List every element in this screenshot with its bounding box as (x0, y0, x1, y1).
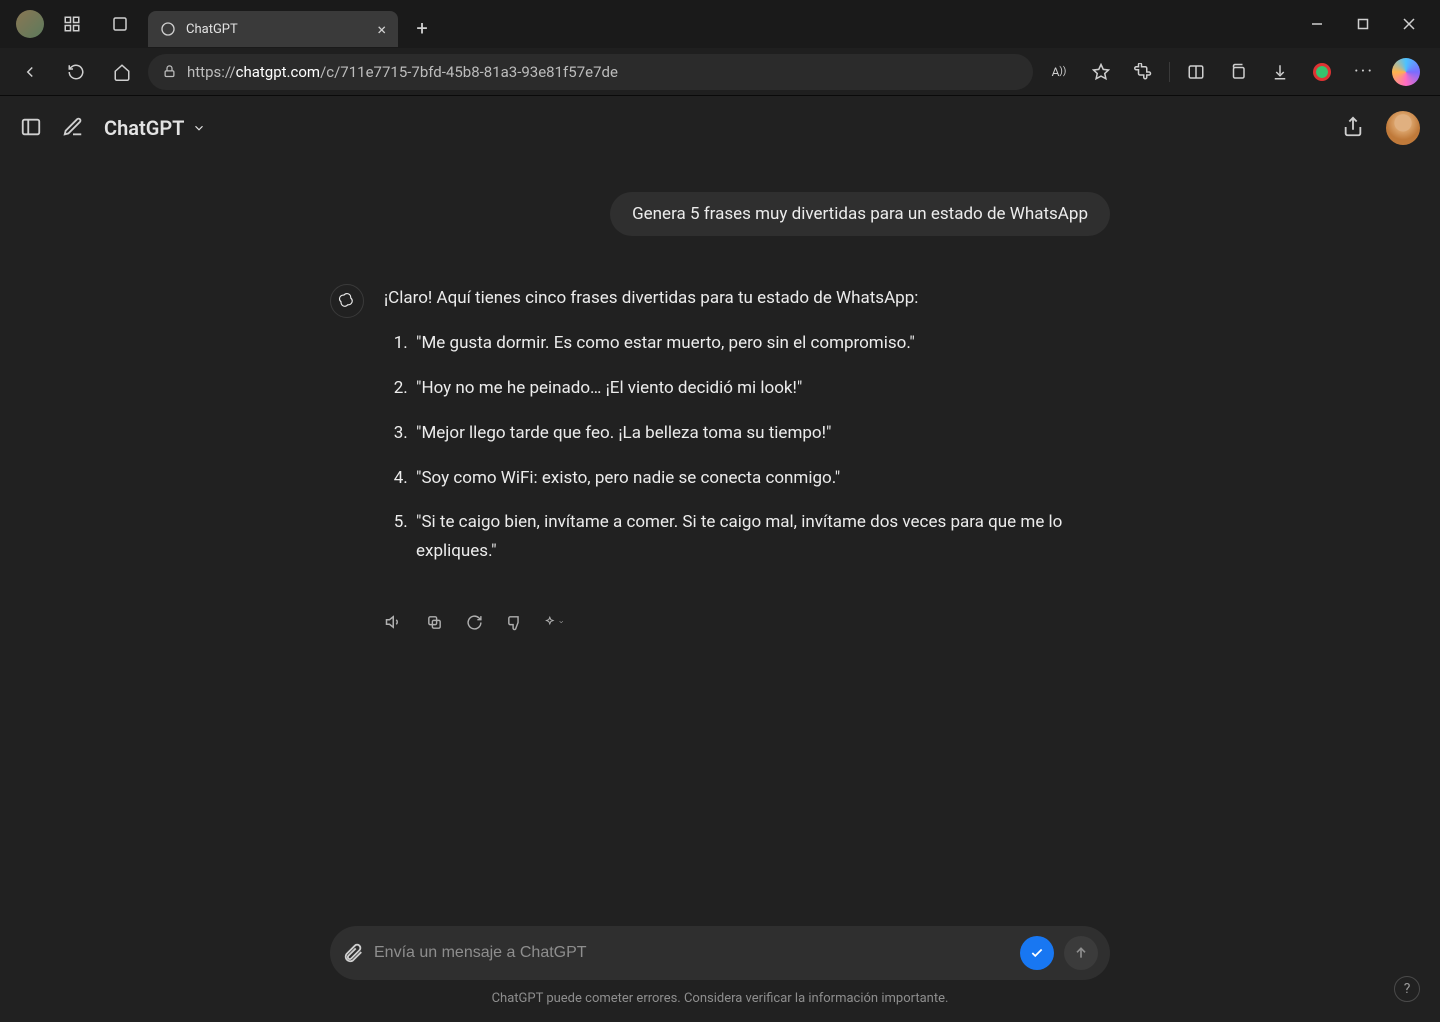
profile-avatar-icon[interactable] (16, 10, 44, 38)
user-message-bubble[interactable]: Genera 5 frases muy divertidas para un e… (610, 192, 1110, 236)
new-chat-button[interactable] (62, 116, 86, 140)
workspaces-icon[interactable] (52, 4, 92, 44)
minimize-button[interactable] (1294, 4, 1340, 44)
model-selector[interactable]: ChatGPT (104, 116, 206, 140)
help-label: ? (1404, 981, 1411, 997)
user-message-text: Genera 5 frases muy divertidas para un e… (632, 204, 1088, 224)
favorite-icon[interactable] (1081, 52, 1121, 92)
browser-tab[interactable]: ChatGPT × (148, 11, 398, 47)
list-item: "Hoy no me he peinado… ¡El viento decidi… (412, 374, 1110, 403)
browser-title-bar: ChatGPT × + (0, 0, 1440, 48)
help-button[interactable]: ? (1394, 976, 1420, 1002)
extensions-icon[interactable] (1123, 52, 1163, 92)
user-avatar[interactable] (1386, 111, 1420, 145)
browser-address-bar: https://chatgpt.com/c/711e7715-7bfd-45b8… (0, 48, 1440, 96)
copy-button[interactable] (424, 612, 444, 632)
share-button[interactable] (1342, 116, 1366, 140)
send-button[interactable] (1064, 936, 1098, 970)
refresh-button[interactable] (56, 52, 96, 92)
tab-actions-icon[interactable] (100, 4, 140, 44)
lock-icon (162, 64, 177, 79)
back-button[interactable] (10, 52, 50, 92)
assistant-message-body[interactable]: ¡Claro! Aquí tienes cinco frases diverti… (384, 284, 1110, 582)
user-message: Genera 5 frases muy divertidas para un e… (330, 192, 1110, 236)
assistant-message: ¡Claro! Aquí tienes cinco frases diverti… (330, 284, 1110, 582)
message-actions (330, 612, 1110, 632)
list-item: "Mejor llego tarde que feo. ¡La belleza … (412, 419, 1110, 448)
extension-badge-icon[interactable] (1302, 52, 1342, 92)
window-controls (1294, 4, 1432, 44)
attach-button[interactable] (342, 942, 364, 964)
split-screen-icon[interactable] (1176, 52, 1216, 92)
new-tab-button[interactable]: + (406, 16, 438, 40)
read-aloud-button[interactable] (384, 612, 404, 632)
maximize-button[interactable] (1340, 4, 1386, 44)
url-field[interactable]: https://chatgpt.com/c/711e7715-7bfd-45b8… (148, 54, 1033, 90)
regenerate-button[interactable] (464, 612, 484, 632)
voice-check-button[interactable] (1020, 936, 1054, 970)
list-item: "Soy como WiFi: existo, pero nadie se co… (412, 464, 1110, 493)
more-menu-icon[interactable]: ··· (1344, 52, 1384, 92)
model-change-button[interactable] (544, 612, 564, 632)
disclaimer-text: ChatGPT puede cometer errores. Considera… (0, 991, 1440, 1006)
toggle-sidebar-button[interactable] (20, 116, 44, 140)
message-input-bar (330, 926, 1110, 980)
list-item: "Si te caigo bien, invítame a comer. Si … (412, 508, 1110, 566)
assistant-list: "Me gusta dormir. Es como estar muerto, … (384, 329, 1110, 566)
app-header: ChatGPT (0, 96, 1440, 160)
app-title-label: ChatGPT (104, 116, 184, 140)
url-text: https://chatgpt.com/c/711e7715-7bfd-45b8… (187, 63, 618, 81)
close-window-button[interactable] (1386, 4, 1432, 44)
home-button[interactable] (102, 52, 142, 92)
thumbs-down-button[interactable] (504, 612, 524, 632)
copilot-icon[interactable] (1392, 58, 1420, 86)
chevron-down-icon (192, 121, 206, 135)
conversation: Genera 5 frases muy divertidas para un e… (330, 192, 1110, 632)
collections-icon[interactable] (1218, 52, 1258, 92)
tab-close-button[interactable]: × (377, 20, 386, 39)
assistant-intro: ¡Claro! Aquí tienes cinco frases diverti… (384, 284, 1110, 313)
downloads-icon[interactable] (1260, 52, 1300, 92)
chatgpt-favicon-icon (160, 21, 176, 37)
tab-title: ChatGPT (186, 22, 238, 37)
message-input[interactable] (374, 944, 1010, 962)
divider (1169, 62, 1170, 82)
read-aloud-icon[interactable]: A)) (1039, 52, 1079, 92)
chatgpt-avatar-icon (330, 284, 364, 318)
chat-area: Genera 5 frases muy divertidas para un e… (0, 160, 1440, 1022)
list-item: "Me gusta dormir. Es como estar muerto, … (412, 329, 1110, 358)
